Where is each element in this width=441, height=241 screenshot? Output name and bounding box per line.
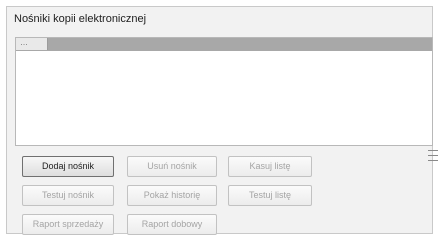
panel-title: Nośniki kopii elektronicznej <box>14 13 147 25</box>
list-header-column[interactable]: … <box>16 38 48 50</box>
erase-list-button[interactable]: Kasuj listę <box>228 156 312 177</box>
remove-medium-button[interactable]: Usuń nośnik <box>127 156 217 177</box>
grip-line <box>428 160 438 161</box>
test-medium-button[interactable]: Testuj nośnik <box>22 185 114 206</box>
splitter-grip-icon[interactable] <box>428 150 438 170</box>
test-list-button[interactable]: Testuj listę <box>228 185 312 206</box>
grip-line <box>428 155 438 156</box>
show-history-button[interactable]: Pokaż historię <box>127 185 217 206</box>
daily-report-button[interactable]: Raport dobowy <box>127 214 217 235</box>
media-list[interactable]: … <box>15 37 433 146</box>
media-panel: Nośniki kopii elektronicznej … Dodaj noś… <box>6 6 433 235</box>
sales-report-button[interactable]: Raport sprzedaży <box>22 214 114 235</box>
list-header: … <box>16 38 432 51</box>
add-medium-button[interactable]: Dodaj nośnik <box>22 156 114 177</box>
grip-line <box>428 150 438 151</box>
